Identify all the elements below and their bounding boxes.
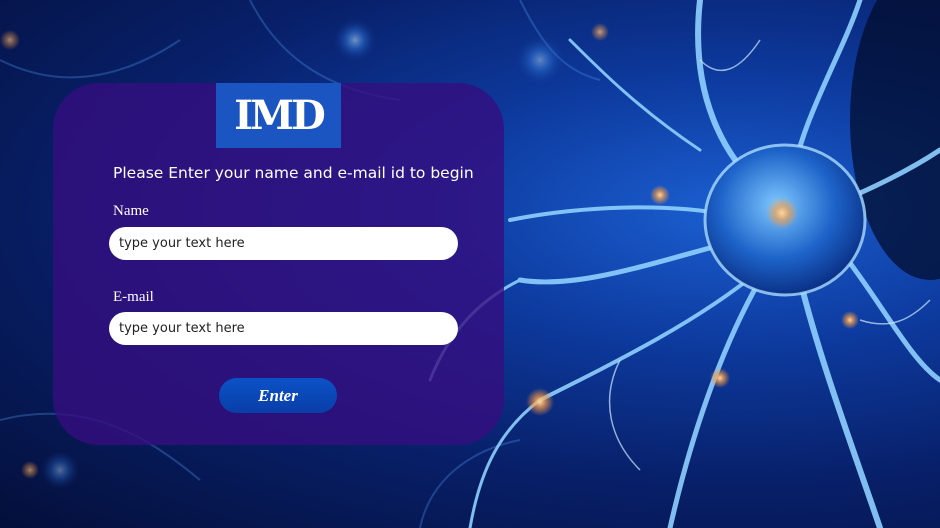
logo-text: IMD	[234, 92, 326, 139]
instruction-text: Please Enter your name and e-mail id to …	[113, 164, 474, 182]
enter-button[interactable]: Enter	[219, 378, 337, 413]
email-label: E-mail	[113, 289, 154, 305]
name-input[interactable]	[109, 227, 458, 260]
email-input[interactable]	[109, 312, 458, 345]
name-label: Name	[113, 203, 149, 219]
login-screen: IMD Please Enter your name and e-mail id…	[0, 0, 940, 528]
imd-logo: IMD	[216, 83, 341, 148]
